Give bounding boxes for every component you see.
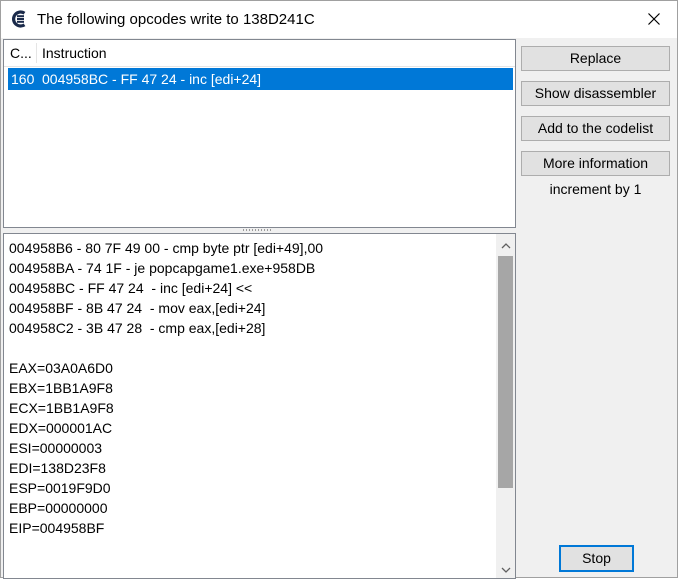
scroll-down-button[interactable] [496, 558, 515, 578]
column-divider[interactable] [36, 43, 37, 63]
show-disassembler-button[interactable]: Show disassembler [521, 81, 670, 106]
title-bar[interactable]: The following opcodes write to 138D241C [1, 1, 677, 38]
scroll-thumb[interactable] [498, 256, 513, 488]
stop-button[interactable]: Stop [559, 545, 634, 572]
details-line: EIP=004958BF [9, 520, 105, 536]
close-icon [648, 12, 660, 28]
splitter-grip-icon [243, 229, 273, 231]
row-count: 160 [11, 71, 35, 87]
scroll-up-button[interactable] [496, 234, 515, 254]
details-line: ESI=00000003 [9, 440, 103, 456]
details-line: EBP=00000000 [9, 500, 108, 516]
row-instruction: 004958BC - FF 47 24 - inc [edi+24] [42, 71, 262, 87]
details-line: EDX=000001AC [9, 420, 113, 436]
details-line: EAX=03A0A6D0 [9, 360, 113, 376]
details-line: 004958BF - 8B 47 24 - mov eax,[edi+24] [9, 300, 266, 316]
column-header-count[interactable]: C... [10, 40, 34, 66]
more-information-button[interactable]: More information [521, 151, 670, 176]
column-header-instruction[interactable]: Instruction [42, 40, 442, 66]
details-line: ECX=1BB1A9F8 [9, 400, 114, 416]
details-line: EBX=1BB1A9F8 [9, 380, 113, 396]
list-row[interactable]: 160 004958BC - FF 47 24 - inc [edi+24] [8, 68, 513, 90]
chevron-down-icon [501, 560, 511, 576]
details-line [9, 338, 489, 358]
close-button[interactable] [631, 1, 677, 38]
replace-button[interactable]: Replace [521, 46, 670, 71]
add-to-codelist-button[interactable]: Add to the codelist [521, 116, 670, 141]
details-lines: 004958B6 - 80 7F 49 00 - cmp byte ptr [e… [9, 238, 489, 538]
details-line: ESP=0019F9D0 [9, 480, 111, 496]
details-line: 004958BC - FF 47 24 - inc [edi+24] << [9, 280, 253, 296]
opcode-writes-dialog: The following opcodes write to 138D241C … [0, 0, 678, 579]
chevron-up-icon [501, 236, 511, 252]
opcode-list[interactable]: C... Instruction 160 004958BC - FF 47 24… [3, 39, 516, 228]
details-line: EDI=138D23F8 [9, 460, 106, 476]
details-line: 004958B6 - 80 7F 49 00 - cmp byte ptr [e… [9, 240, 324, 256]
window-title: The following opcodes write to 138D241C [37, 11, 315, 28]
details-line: 004958C2 - 3B 47 28 - cmp eax,[edi+28] [9, 320, 266, 336]
details-line: 004958BA - 74 1F - je popcapgame1.exe+95… [9, 260, 316, 276]
details-scrollbar[interactable] [496, 234, 515, 578]
instruction-info-label: increment by 1 [549, 181, 642, 197]
list-header: C... Instruction [4, 40, 515, 67]
cheat-engine-icon [10, 9, 30, 29]
details-textbox[interactable]: 004958B6 - 80 7F 49 00 - cmp byte ptr [e… [3, 233, 516, 579]
